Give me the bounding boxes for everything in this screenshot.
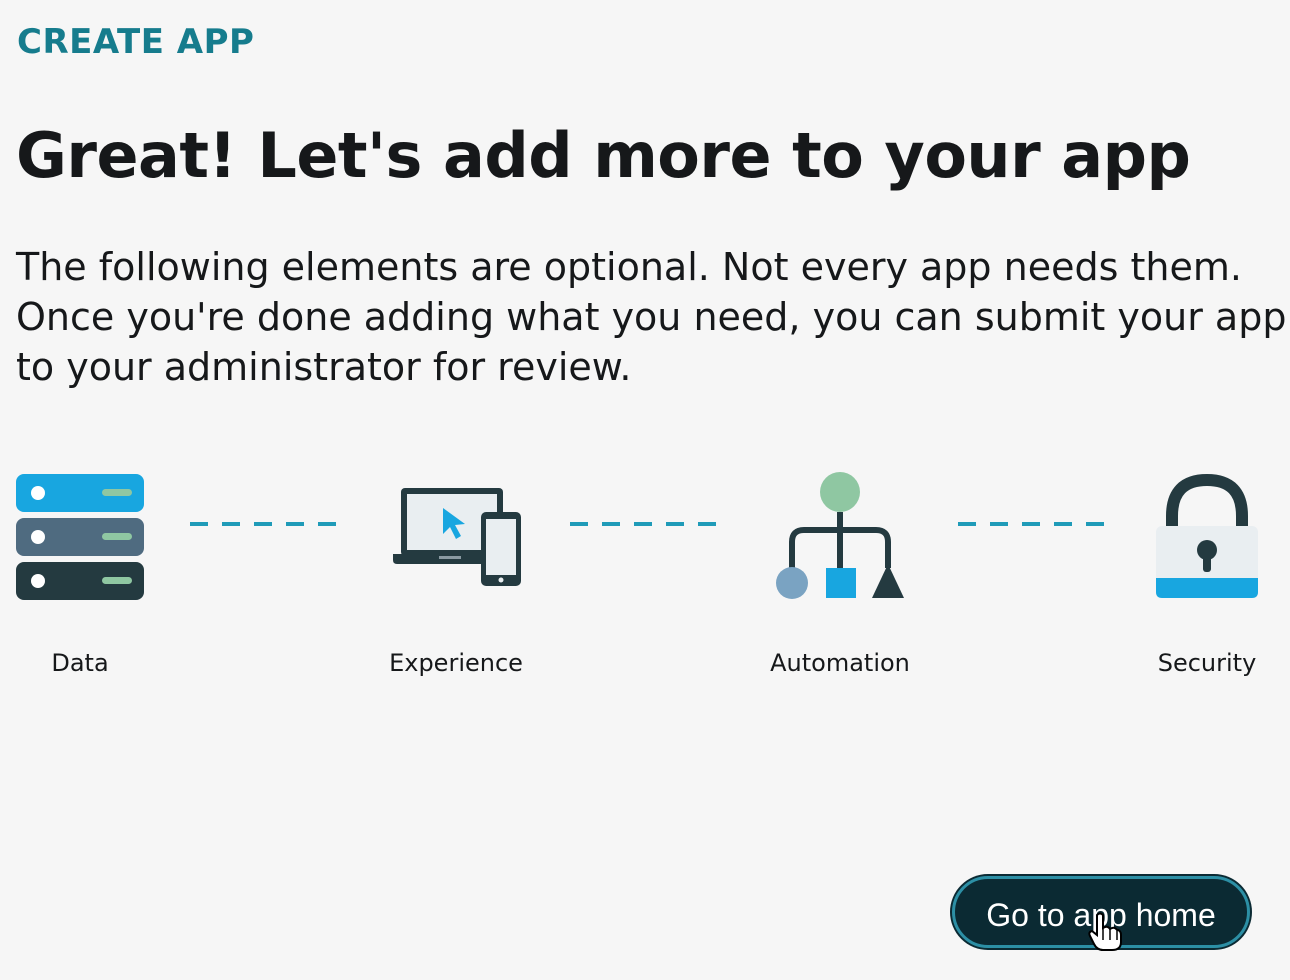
- step-connector: [570, 522, 720, 526]
- flow-tree-icon: [774, 472, 906, 606]
- page-eyebrow: CREATE APP: [17, 22, 255, 62]
- create-app-page: CREATE APP Great! Let's add more to your…: [0, 0, 1290, 980]
- description-line: Once you're done adding what you need, y…: [16, 295, 1287, 339]
- step-label-automation: Automation: [770, 649, 910, 677]
- step-label-security: Security: [1157, 649, 1257, 677]
- step-connector: [190, 522, 340, 526]
- laptop-phone-icon: [393, 486, 523, 592]
- go-to-app-home-button[interactable]: Go to app home: [952, 876, 1250, 948]
- step-label-data: Data: [51, 649, 109, 677]
- step-row: Data Experience Automation Security: [0, 470, 1290, 690]
- server-stack-icon: [16, 474, 144, 604]
- page-title: Great! Let's add more to your app: [16, 119, 1191, 192]
- description-line: The following elements are optional. Not…: [16, 245, 1242, 289]
- step-label-experience: Experience: [389, 649, 523, 677]
- page-description: The following elements are optional. Not…: [16, 242, 1287, 392]
- padlock-icon: [1156, 472, 1258, 604]
- step-connector: [958, 522, 1108, 526]
- description-line: to your administrator for review.: [16, 345, 632, 389]
